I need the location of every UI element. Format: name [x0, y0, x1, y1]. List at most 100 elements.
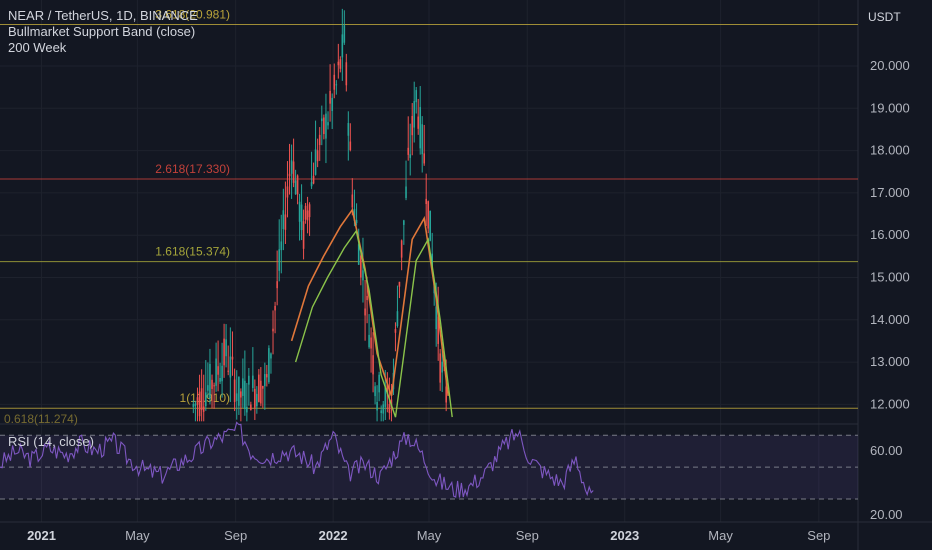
time-tick-label: 2023 — [610, 528, 639, 543]
candle-body — [439, 353, 441, 383]
candle-body — [415, 90, 418, 103]
candle-body — [250, 404, 252, 411]
candle-body — [320, 118, 323, 122]
candle-body — [217, 366, 219, 375]
candle-body — [207, 385, 209, 391]
candle-body — [294, 180, 297, 195]
candle-body — [343, 25, 346, 43]
candle-body — [400, 240, 403, 258]
candle-body — [382, 404, 385, 414]
candle-body — [335, 84, 338, 86]
candle-body — [355, 219, 358, 224]
candle-body — [337, 61, 340, 66]
candle-body — [333, 74, 336, 90]
candle-body — [306, 210, 309, 221]
candle-body — [407, 147, 410, 155]
chart-legend: NEAR / TetherUS, 1D, BINANCE Bullmarket … — [8, 8, 198, 56]
candle-body — [341, 34, 344, 58]
candle-body — [196, 397, 199, 405]
candle-body — [419, 107, 422, 149]
candle-body — [429, 210, 431, 241]
price-unit-label: USDT — [868, 10, 901, 24]
candle-body — [403, 220, 405, 225]
candle-body — [310, 182, 313, 187]
candle-body — [398, 281, 401, 287]
fib-label: 2.618(17.330) — [155, 162, 230, 176]
time-tick-label: Sep — [807, 528, 830, 543]
candle-body — [235, 393, 238, 401]
candle-body — [244, 380, 246, 410]
price-tick-label: 12.000 — [870, 396, 910, 411]
candle-body — [219, 378, 221, 382]
candle-body — [304, 205, 307, 220]
candle-body — [370, 337, 372, 349]
candle-body — [331, 97, 333, 111]
candle-body — [209, 363, 211, 399]
rsi-label[interactable]: RSI (14, close) — [8, 434, 94, 449]
candle-body — [413, 101, 416, 128]
time-axis[interactable]: 2021 May Sep 2022 May Sep 2023 May Sep — [27, 528, 830, 543]
candle-body — [441, 361, 443, 373]
candle-body — [417, 116, 420, 129]
candle-body — [316, 150, 319, 162]
candle-body — [262, 385, 264, 389]
candle-body — [213, 385, 215, 387]
candle-body — [225, 339, 227, 357]
candle-body — [200, 388, 203, 410]
candle-body — [254, 388, 256, 408]
candle-body — [290, 160, 293, 174]
candle-body — [260, 380, 262, 404]
indicator-support-band[interactable]: Bullmarket Support Band (close) — [8, 24, 198, 40]
price-tick-label: 14.000 — [870, 312, 910, 327]
candle-body — [278, 249, 281, 271]
indicator-200-week[interactable]: 200 Week — [8, 40, 198, 56]
candle-body — [215, 358, 217, 386]
candle-body — [308, 204, 311, 218]
time-tick-label: May — [708, 528, 733, 543]
candle-body — [360, 255, 362, 278]
price-tick-label: 15.000 — [870, 270, 910, 285]
candle-body — [270, 353, 272, 359]
candle-body — [280, 241, 283, 251]
candle-body — [380, 410, 382, 414]
candle-body — [233, 379, 236, 402]
candle-body — [345, 62, 348, 86]
time-tick-label: Sep — [224, 528, 247, 543]
candle-body — [198, 391, 201, 417]
candle-body — [211, 379, 213, 389]
candle-body — [202, 406, 205, 412]
chart-canvas[interactable]: 3.618(20.981)2.618(17.330)1.618(15.374)1… — [0, 0, 932, 550]
candle-body — [318, 134, 321, 146]
candle-body — [256, 393, 258, 407]
candle-body — [292, 161, 295, 183]
candle-body — [427, 201, 430, 229]
price-tick-label: 17.000 — [870, 185, 910, 200]
fib-label: 0.618(11.274) — [4, 412, 78, 426]
candle-body — [229, 356, 232, 378]
candle-body — [282, 210, 285, 230]
candle-body — [242, 378, 244, 396]
candle-body — [252, 375, 254, 389]
candle-body — [246, 406, 248, 413]
candle-body — [240, 391, 242, 398]
candle-body — [192, 403, 195, 407]
candle-body — [423, 153, 426, 164]
candle-body — [274, 305, 276, 311]
candle-body — [366, 295, 368, 301]
candle-body — [394, 329, 397, 333]
time-tick-label: 2022 — [319, 528, 348, 543]
candle-body — [298, 201, 301, 222]
candle-body — [376, 401, 378, 411]
candle-body — [314, 149, 317, 175]
candle-body — [339, 59, 342, 69]
candle-body — [231, 356, 234, 360]
candle-body — [194, 403, 197, 407]
candle-body — [221, 365, 223, 382]
candle-body — [302, 221, 305, 249]
candle-body — [264, 374, 266, 387]
symbol-title[interactable]: NEAR / TetherUS, 1D, BINANCE — [8, 8, 198, 24]
candle-body — [276, 281, 278, 289]
price-tick-label: 13.000 — [870, 354, 910, 369]
candle-body — [286, 186, 289, 198]
rsi-tick-label: 20.00 — [870, 507, 903, 522]
